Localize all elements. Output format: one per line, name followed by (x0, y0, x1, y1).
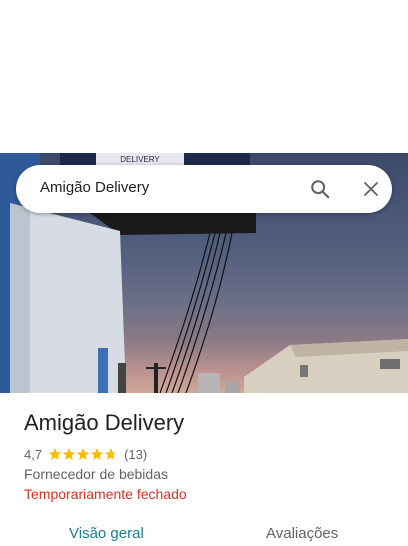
place-status: Temporariamente fechado (24, 486, 187, 502)
star-icon (76, 448, 90, 460)
star-icon (48, 448, 62, 460)
tab-reviews[interactable]: Avaliações (266, 525, 338, 542)
rating-row[interactable]: 4,7 (13) (24, 446, 147, 462)
clear-search-button[interactable] (357, 175, 385, 203)
star-icon (90, 448, 104, 460)
star-icon (62, 448, 76, 460)
rating-stars (48, 447, 118, 461)
review-count[interactable]: (13) (124, 447, 147, 462)
search-button[interactable] (306, 175, 334, 203)
search-input[interactable]: Amigão Delivery (40, 179, 149, 196)
sign-text: DELIVERY (120, 155, 160, 164)
tab-overview[interactable]: Visão geral (69, 525, 144, 542)
close-icon (364, 182, 378, 196)
search-icon (311, 180, 330, 199)
place-title: Amigão Delivery (24, 410, 185, 435)
place-category: Fornecedor de bebidas (24, 466, 168, 482)
rating-value: 4,7 (24, 446, 43, 462)
search-bar[interactable]: Amigão Delivery (16, 165, 392, 213)
star-half-icon (104, 448, 118, 460)
